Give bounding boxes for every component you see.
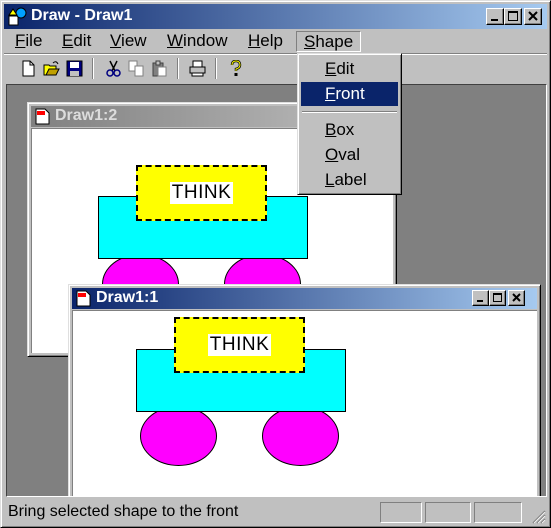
- menu-item-front[interactable]: Front: [301, 82, 398, 106]
- toolbar-divider: [92, 58, 94, 79]
- menu-help[interactable]: Help: [241, 31, 290, 52]
- document-close-button[interactable]: [508, 290, 525, 306]
- mdi-client-area: Draw1:2 THINK Draw1:1 THINK: [6, 84, 547, 497]
- toolbar: [4, 56, 547, 82]
- new-icon: [22, 60, 35, 77]
- resize-grip-icon[interactable]: [532, 510, 546, 524]
- status-pane: [380, 502, 422, 523]
- menu-view[interactable]: View: [103, 31, 154, 52]
- cut-icon: [106, 60, 121, 77]
- document-minimize-button[interactable]: [472, 290, 489, 306]
- maximize-icon: [508, 11, 518, 21]
- copy-icon: [128, 60, 144, 77]
- close-icon: [528, 11, 538, 21]
- document-window-front[interactable]: Draw1:1 THINK: [68, 284, 541, 496]
- cut-button[interactable]: [102, 57, 125, 79]
- shape-menu-dropdown: Edit Front Box Oval Label: [297, 53, 402, 195]
- menu-separator: [302, 111, 397, 113]
- maximize-button[interactable]: [504, 8, 522, 25]
- print-button[interactable]: [186, 57, 209, 79]
- label-text: THINK: [207, 334, 272, 356]
- menu-shape[interactable]: Shape: [296, 31, 362, 52]
- menu-file[interactable]: File: [8, 31, 49, 52]
- draw-app-icon: [8, 7, 27, 26]
- new-button[interactable]: [17, 57, 40, 79]
- open-icon: [43, 61, 60, 76]
- status-bar: Bring selected shape to the front: [4, 499, 547, 525]
- label-shape[interactable]: THINK: [136, 165, 267, 221]
- status-pane: [474, 502, 522, 523]
- paste-icon: [152, 60, 167, 77]
- toolbar-divider: [177, 58, 179, 79]
- menu-item-oval[interactable]: Oval: [301, 143, 398, 167]
- label-text: THINK: [169, 182, 234, 204]
- status-text: Bring selected shape to the front: [8, 503, 239, 520]
- document-title: Draw1:2: [55, 107, 118, 124]
- label-shape[interactable]: THINK: [174, 317, 305, 373]
- close-button[interactable]: [524, 8, 542, 25]
- save-button[interactable]: [63, 57, 86, 79]
- oval-shape[interactable]: [140, 406, 217, 466]
- close-icon: [512, 293, 521, 302]
- help-icon: [230, 60, 242, 76]
- minimize-icon: [491, 19, 498, 21]
- menu-item-box[interactable]: Box: [301, 118, 398, 142]
- minimize-icon: [477, 300, 483, 302]
- paste-button[interactable]: [148, 57, 171, 79]
- print-icon: [189, 60, 206, 77]
- maximize-icon: [493, 293, 502, 302]
- menu-window[interactable]: Window: [160, 31, 234, 52]
- menu-item-edit[interactable]: Edit: [301, 57, 398, 81]
- application-window: Draw - Draw1 File Edit View Window Help …: [0, 0, 551, 528]
- minimize-button[interactable]: [486, 8, 504, 25]
- toolbar-divider: [215, 58, 217, 79]
- document-icon: [76, 290, 91, 307]
- document-title: Draw1:1: [96, 289, 159, 306]
- drawing-canvas[interactable]: THINK: [72, 310, 537, 496]
- oval-shape[interactable]: [262, 406, 339, 466]
- help-button[interactable]: [224, 57, 247, 79]
- document-maximize-button[interactable]: [489, 290, 506, 306]
- open-button[interactable]: [40, 57, 63, 79]
- menu-item-label[interactable]: Label: [301, 168, 398, 192]
- copy-button[interactable]: [125, 57, 148, 79]
- menu-edit[interactable]: Edit: [55, 31, 98, 52]
- window-title: Draw - Draw1: [31, 7, 133, 24]
- menu-bar: File Edit View Window Help Shape: [4, 30, 547, 52]
- status-pane: [425, 502, 471, 523]
- save-icon: [66, 60, 83, 77]
- toolbar-separator: [4, 53, 547, 55]
- document-icon: [35, 108, 50, 125]
- title-bar[interactable]: Draw - Draw1: [4, 4, 547, 29]
- document-title-bar[interactable]: Draw1:1: [72, 288, 537, 309]
